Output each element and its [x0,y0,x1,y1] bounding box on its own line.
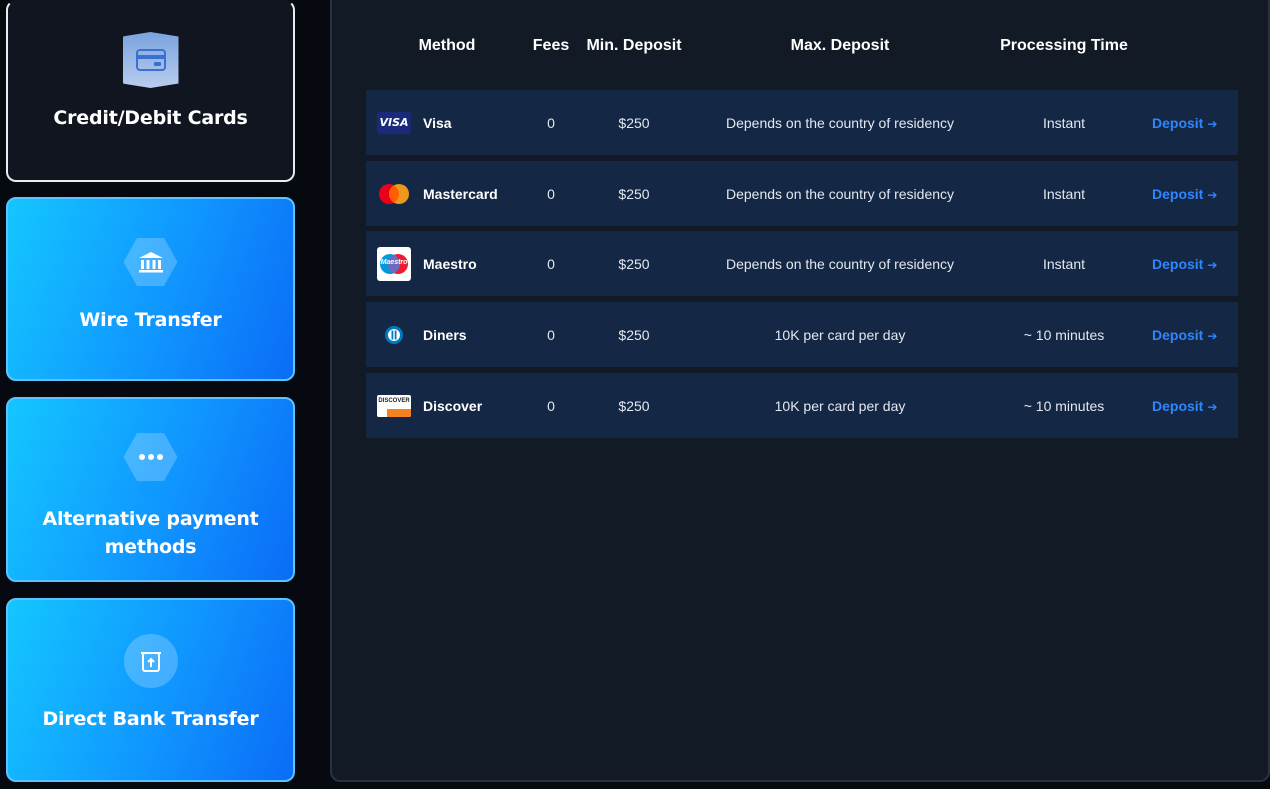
column-header-fees: Fees [532,37,570,54]
table-row: Diners 0 $250 10K per card per day ~ 10 … [366,302,1238,367]
processing-time-value: Instant [1042,114,1086,131]
column-header-method: Method [418,37,476,54]
table-row: Maestro Maestro 0 $250 Depends on the co… [366,231,1238,296]
deposit-label: Deposit [1152,255,1204,272]
processing-time-value: ~ 10 minutes [1023,326,1105,343]
processing-time-value: ~ 10 minutes [1023,397,1105,414]
tab-label: Credit/Debit Cards [53,107,248,129]
tab-label: Wire Transfer [79,309,222,331]
table-row: Mastercard 0 $250 Depends on the country… [366,161,1238,226]
deposit-link-discover[interactable]: Deposit ➔ [1152,398,1217,414]
min-deposit-value: $250 [618,114,650,131]
diners-logo [377,318,411,352]
fees-value: 0 [547,114,555,131]
method-name: Discover [423,397,483,414]
bank-icon [123,234,179,290]
credit-card-icon [122,32,179,88]
arrow-right-icon: ➔ [1207,187,1218,202]
maestro-logo: Maestro [377,246,411,281]
deposit-link-visa[interactable]: Deposit ➔ [1152,115,1217,131]
table-row: DISCOVER Discover 0 $250 10K per card pe… [366,373,1238,438]
min-deposit-value: $250 [618,326,650,343]
fees-value: 0 [547,185,555,202]
tab-alternative-payment-methods[interactable]: Alternative payment methods [6,397,295,582]
payment-methods-panel: Method Fees Min. Deposit Max. Deposit Pr… [330,0,1270,782]
max-deposit-value: Depends on the country of residency [725,255,955,272]
processing-time-value: Instant [1042,255,1086,272]
tab-wire-transfer[interactable]: Wire Transfer [6,197,295,381]
tab-label: Direct Bank Transfer [42,708,259,730]
discover-logo: DISCOVER [377,389,411,423]
deposit-label: Deposit [1152,326,1204,343]
tab-direct-bank-transfer[interactable]: Direct Bank Transfer [6,598,295,782]
more-icon [123,429,179,485]
mastercard-logo [377,177,411,211]
max-deposit-value: Depends on the country of residency [725,114,955,131]
min-deposit-value: $250 [618,255,650,272]
method-name: Maestro [423,255,477,272]
visa-logo-text: VISA [379,116,409,129]
column-header-min-deposit: Min. Deposit [586,37,682,54]
deposit-link-diners[interactable]: Deposit ➔ [1152,327,1217,343]
visa-logo: VISA [377,106,411,140]
maestro-logo-text: Maestro [380,258,408,266]
deposit-label: Deposit [1152,114,1204,131]
method-name: Mastercard [423,185,498,202]
deposit-link-maestro[interactable]: Deposit ➔ [1152,256,1217,272]
bank-transfer-icon [123,633,179,689]
arrow-right-icon: ➔ [1207,116,1218,131]
method-name: Visa [423,114,452,131]
fees-value: 0 [547,397,555,414]
arrow-right-icon: ➔ [1207,328,1218,343]
min-deposit-value: $250 [618,185,650,202]
method-name: Diners [423,326,467,343]
deposit-link-mastercard[interactable]: Deposit ➔ [1152,186,1217,202]
tab-credit-debit-cards[interactable]: Credit/Debit Cards [6,0,295,182]
processing-time-value: Instant [1042,185,1086,202]
max-deposit-value: Depends on the country of residency [725,185,955,202]
tab-label: Alternative payment methods [42,508,259,558]
max-deposit-value: 10K per card per day [774,397,906,414]
deposit-label: Deposit [1152,185,1204,202]
fees-value: 0 [547,255,555,272]
arrow-right-icon: ➔ [1207,257,1218,272]
min-deposit-value: $250 [618,397,650,414]
table-row: VISA Visa 0 $250 Depends on the country … [366,90,1238,155]
deposit-label: Deposit [1152,397,1204,414]
arrow-right-icon: ➔ [1207,399,1218,414]
column-header-processing-time: Processing Time [1000,37,1128,54]
column-header-max-deposit: Max. Deposit [790,37,890,54]
fees-value: 0 [547,326,555,343]
max-deposit-value: 10K per card per day [774,326,906,343]
discover-logo-text: DISCOVER [378,397,410,404]
